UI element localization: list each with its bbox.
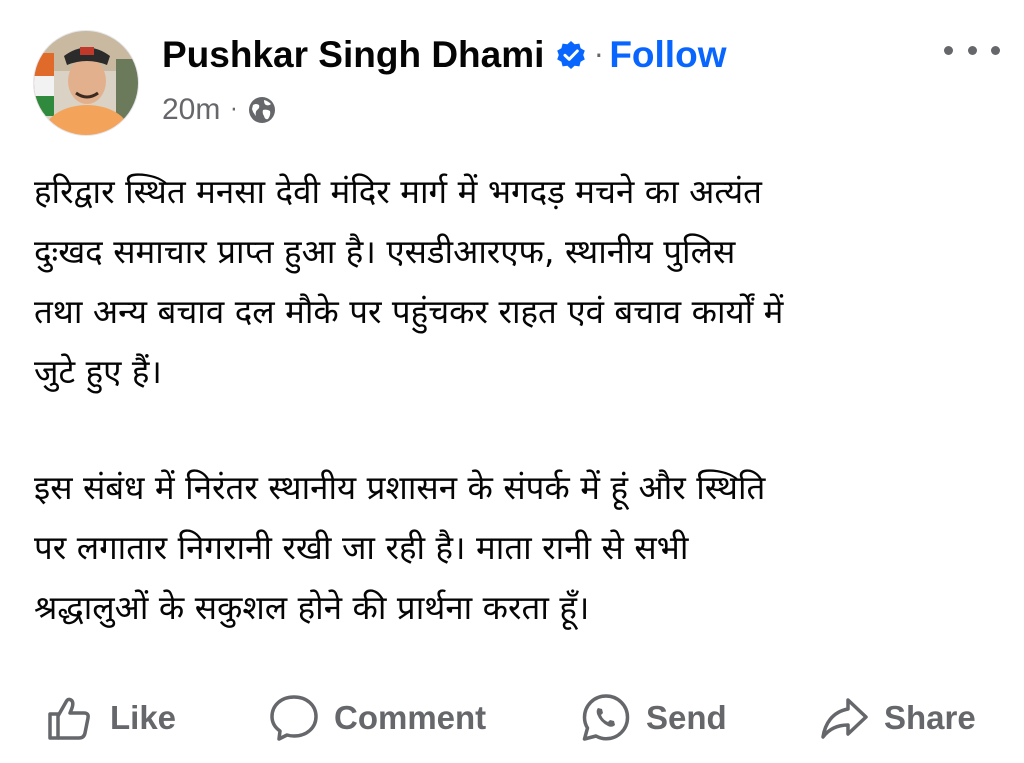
like-button[interactable]: Like — [44, 688, 176, 748]
more-options-icon[interactable] — [944, 38, 1000, 62]
send-label: Send — [646, 699, 727, 736]
post-meta: 20m · — [162, 90, 277, 130]
comment-button[interactable]: Comment — [268, 688, 486, 748]
share-icon — [821, 698, 868, 739]
follow-button[interactable]: Follow — [609, 34, 726, 76]
post-paragraph-2: इस संबंध में निरंतर स्थानीय प्रशासन के स… — [34, 468, 766, 627]
post-timestamp[interactable]: 20m — [162, 93, 220, 127]
comment-label: Comment — [334, 699, 487, 736]
author-name[interactable]: Pushkar Singh Dhami — [162, 34, 544, 76]
post-paragraph-1: हरिद्वार स्थित मनसा देवी मंदिर मार्ग में… — [34, 172, 784, 391]
verified-badge-icon — [556, 40, 586, 70]
share-label: Share — [884, 699, 976, 736]
whatsapp-icon — [582, 694, 630, 741]
like-icon — [48, 697, 90, 740]
like-label: Like — [110, 699, 177, 736]
post-header: Pushkar Singh Dhami · Follow 20m · — [0, 0, 1024, 150]
globe-icon[interactable] — [247, 95, 277, 125]
meta-separator: · — [230, 97, 238, 123]
action-bar: Like Comment Send Share — [0, 688, 1024, 748]
share-button[interactable]: Share — [818, 688, 976, 748]
separator-dot: · — [594, 38, 604, 72]
author-avatar[interactable] — [33, 30, 139, 136]
send-button[interactable]: Send — [580, 688, 727, 748]
author-row: Pushkar Singh Dhami · Follow — [162, 30, 726, 80]
comment-icon — [270, 695, 318, 741]
